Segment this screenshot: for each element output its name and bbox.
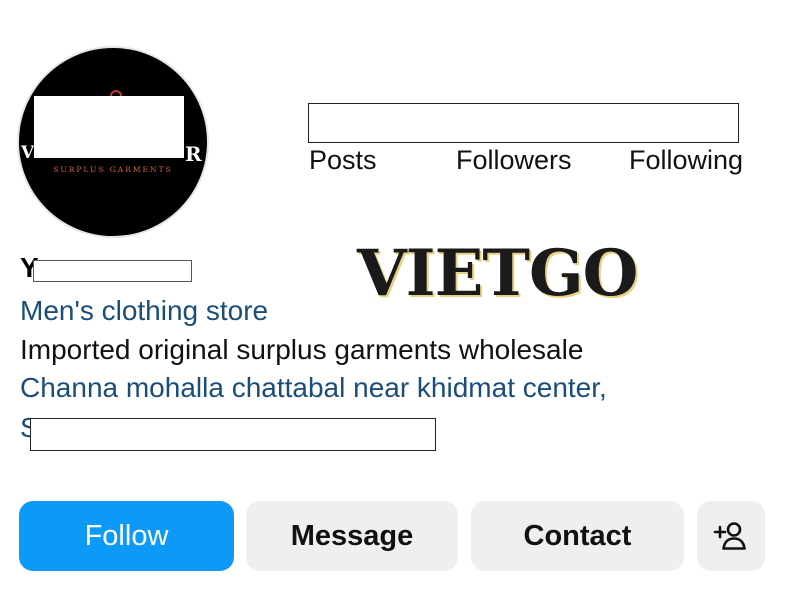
redacted-name [33, 260, 192, 282]
profile-address[interactable]: Channa mohalla chattabal near khidmat ce… [20, 372, 607, 404]
logo-tagline: SURPLUS GARMENTS [53, 165, 173, 174]
following-label[interactable]: Following [629, 145, 743, 176]
profile-bio: Imported original surplus garments whole… [20, 334, 584, 365]
profile-category[interactable]: Men's clothing store [20, 295, 268, 327]
watermark: VIETGO [357, 236, 638, 311]
logo-letter-left: V [21, 143, 35, 163]
redacted-logo-area [34, 96, 184, 158]
add-person-icon [713, 522, 746, 550]
contact-button[interactable]: Contact [471, 501, 684, 571]
redacted-stats-counts [308, 103, 739, 143]
add-person-button[interactable] [697, 501, 765, 571]
posts-label[interactable]: Posts [309, 145, 377, 176]
message-button[interactable]: Message [246, 501, 458, 571]
redacted-address [30, 418, 436, 451]
follow-button[interactable]: Follow [19, 501, 234, 571]
logo-letter-right: R [185, 142, 202, 166]
profile-avatar[interactable]: V R SURPLUS GARMENTS [19, 48, 207, 236]
followers-label[interactable]: Followers [456, 145, 572, 176]
